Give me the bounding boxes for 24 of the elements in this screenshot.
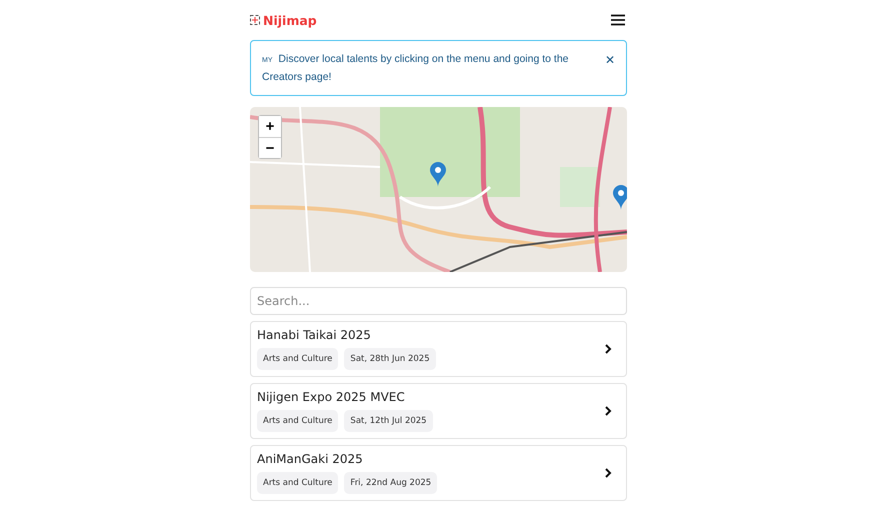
close-button[interactable]: ✕	[605, 53, 615, 67]
event-card[interactable]: AniManGaki 2025 Arts and Culture Fri, 22nd Aug 2025	[250, 445, 627, 501]
tag-chip: Arts and Culture	[257, 410, 338, 432]
tag-chip: Arts and Culture	[257, 472, 338, 494]
chevron-right-icon	[604, 406, 612, 416]
event-title: AniManGaki 2025	[257, 452, 364, 466]
chevron-right-icon	[604, 344, 612, 354]
zoom-out-button[interactable]: −	[259, 137, 281, 158]
tag-chip: Sat, 28th Jun 2025	[344, 348, 436, 370]
map-pin-icon[interactable]	[613, 185, 627, 210]
event-card[interactable]: Hanabi Taikai 2025 Arts and Culture Sat, 28th Jun 2025	[250, 321, 627, 377]
menu-icon[interactable]	[611, 14, 625, 26]
map-pin-icon[interactable]	[430, 162, 446, 187]
tag-chip: Sat, 12th Jul 2025	[344, 410, 433, 432]
search-field[interactable]: Search...	[250, 287, 627, 315]
map-drawing[interactable]	[250, 107, 627, 272]
chevron-right-icon	[604, 468, 612, 478]
event-title: Nijigen Expo 2025 MVEC	[257, 390, 406, 404]
brand-name[interactable]: Nijimap	[263, 12, 317, 28]
tag-chip: Arts and Culture	[257, 348, 338, 370]
event-title: Hanabi Taikai 2025	[257, 328, 372, 342]
event-card[interactable]: Nijigen Expo 2025 MVEC Arts and Culture Sat, 12th Jul 2025	[250, 383, 627, 439]
tag-chip: Fri, 22nd Aug 2025	[344, 472, 438, 494]
logo-icon	[250, 15, 260, 25]
